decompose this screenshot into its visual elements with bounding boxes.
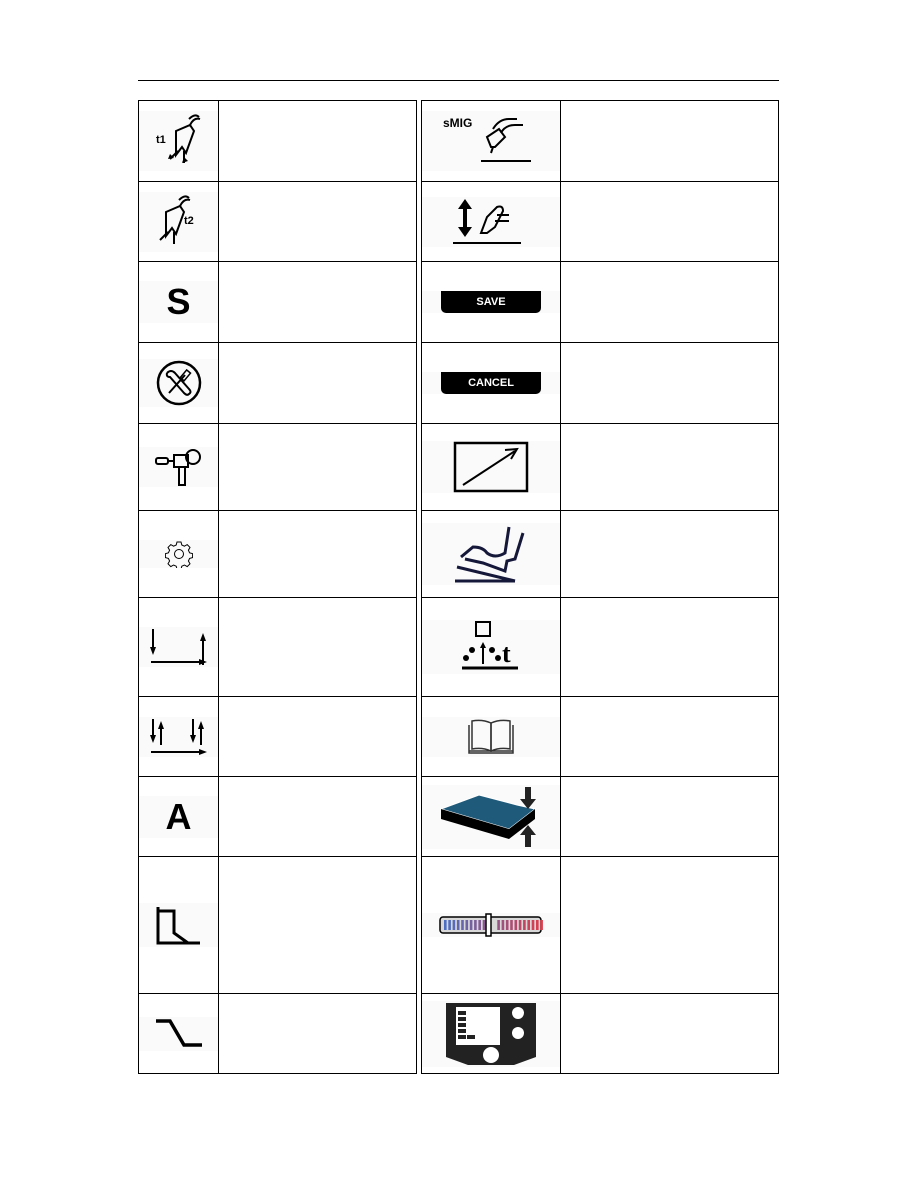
symbol-table-right: sMIG SAVE CANCEL t: [421, 100, 779, 1074]
manual-book-icon: [422, 716, 560, 757]
letter-s-icon: S: [139, 281, 218, 323]
description-cell: [218, 776, 417, 857]
gear-settings-icon: [139, 540, 218, 568]
table-row: S: [138, 261, 417, 343]
smig-torch-icon: sMIG: [422, 111, 560, 171]
slider-tick: [505, 920, 509, 930]
4-stroke-icon: [139, 716, 218, 757]
description-cell: [560, 856, 779, 994]
description-cell: [218, 181, 417, 262]
torch-trigger-t2-icon: t2: [139, 191, 218, 252]
table-row: [138, 342, 417, 424]
table-row: [421, 423, 779, 511]
table-row: t: [421, 597, 779, 697]
slider-tick: [527, 920, 530, 930]
table-row: t2: [138, 181, 417, 262]
letter-a: A: [165, 795, 192, 837]
description-cell: [218, 597, 417, 697]
slider-tick: [465, 920, 469, 930]
slider-tick: [456, 920, 460, 930]
slider-tick: [536, 920, 539, 930]
table-row: t1: [138, 100, 417, 182]
foot-pedal-icon: [422, 523, 560, 585]
slider-tick: [478, 920, 481, 930]
slider-tick: [469, 920, 473, 930]
slider-tick: [448, 920, 451, 930]
slider-tick: [444, 920, 447, 930]
slider-tick: [510, 920, 513, 930]
table-row: A: [138, 776, 417, 857]
description-cell: [560, 261, 779, 343]
pre-gas-time-icon: t: [422, 620, 560, 674]
slider-tick: [461, 920, 464, 930]
cancel-button-icon: CANCEL: [441, 372, 541, 394]
table-row: [138, 423, 417, 511]
slider-tick: [531, 920, 535, 930]
slider-tick: [540, 920, 543, 930]
description-cell: [560, 510, 779, 598]
tools-service-icon: [139, 359, 218, 407]
description-cell: [218, 342, 417, 424]
slider-tick: [514, 920, 518, 930]
save-button-icon: SAVE: [441, 291, 541, 313]
slider-tick: [482, 920, 486, 930]
table-row: [138, 510, 417, 598]
table-row: [138, 993, 417, 1074]
table-row: [421, 696, 779, 777]
description-cell: [218, 100, 417, 182]
table-row: [138, 696, 417, 777]
time-label: t: [502, 639, 511, 668]
slider-tick: [497, 920, 500, 930]
table-row: [421, 856, 779, 994]
description-cell: [560, 696, 779, 777]
crater-fill-icon: [139, 903, 218, 947]
description-cell: [218, 856, 417, 994]
plate-thickness-icon: [422, 784, 560, 849]
torch-trigger-t1-icon: t1: [139, 111, 218, 171]
table-row: [138, 597, 417, 697]
description-cell: [218, 423, 417, 511]
slider-tick: [518, 920, 522, 930]
description-cell: [560, 342, 779, 424]
table-row: [421, 181, 779, 262]
description-cell: [218, 261, 417, 343]
slider-tick: [474, 920, 477, 930]
arc-length-icon: [422, 196, 560, 247]
description-cell: [560, 993, 779, 1074]
slider-tick: [501, 920, 505, 930]
description-cell: [218, 510, 417, 598]
slider-tick: [452, 920, 456, 930]
slider-handle: [485, 913, 492, 937]
table-row: [421, 993, 779, 1074]
table-row: [421, 510, 779, 598]
fine-tuning-slider-icon: [422, 913, 560, 937]
description-cell: [560, 776, 779, 857]
table-row: SAVE: [421, 261, 779, 343]
downslope-icon: [139, 1016, 218, 1051]
description-cell: [218, 993, 417, 1074]
table-row: [421, 776, 779, 857]
description-cell: [560, 597, 779, 697]
table-row: CANCEL: [421, 342, 779, 424]
table-row: sMIG: [421, 100, 779, 182]
spot-weld-gun-icon: [139, 447, 218, 487]
symbol-table-left: t1 t2 S A: [138, 100, 417, 1074]
letter-s: S: [166, 281, 191, 322]
description-cell: [218, 696, 417, 777]
description-cell: [560, 423, 779, 511]
description-cell: [560, 100, 779, 182]
letter-a-icon: A: [139, 795, 218, 838]
remote-control-arrow-icon: [422, 441, 560, 493]
description-cell: [560, 181, 779, 262]
t2-label: t2: [184, 215, 194, 227]
smig-label: sMIG: [443, 116, 472, 130]
header-rule: [138, 80, 779, 81]
t1-label: t1: [156, 134, 166, 146]
table-row: [138, 856, 417, 994]
control-panel-icon: [422, 1000, 560, 1067]
2-stroke-icon: [139, 627, 218, 667]
slider-tick: [523, 920, 526, 930]
